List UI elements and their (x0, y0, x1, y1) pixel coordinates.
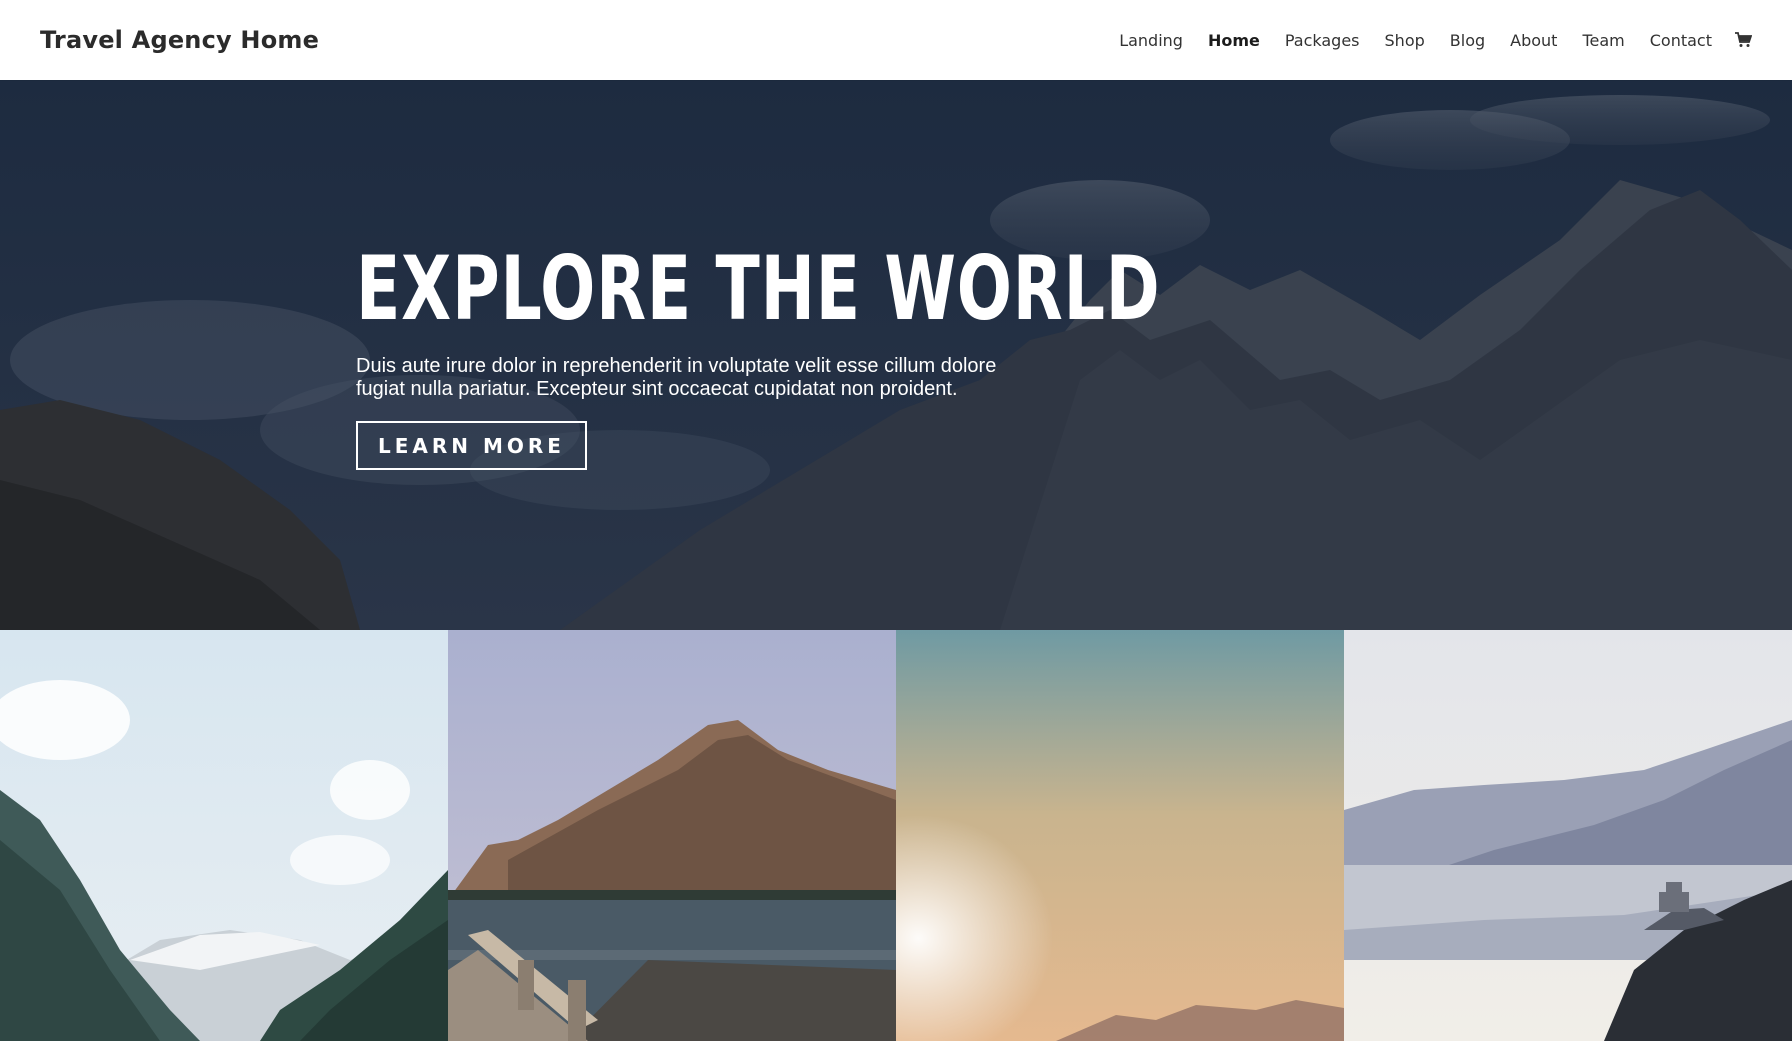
hero-section: EXPLORE THE WORLD Duis aute irure dolor … (0, 80, 1792, 630)
gallery-tile[interactable] (896, 630, 1344, 1041)
nav-item-about[interactable]: About (1510, 31, 1557, 50)
nav-item-packages[interactable]: Packages (1285, 31, 1360, 50)
sunset-haze-mountains-image (896, 630, 1344, 1041)
nav-item-blog[interactable]: Blog (1450, 31, 1485, 50)
learn-more-button[interactable]: LEARN MORE (356, 421, 587, 470)
nav-item-shop[interactable]: Shop (1385, 31, 1425, 50)
glacier-valley-lake-image (0, 630, 448, 1041)
mountain-lake-dock-image (448, 630, 896, 1041)
site-header: Travel Agency Home Landing Home Packages… (0, 0, 1792, 80)
nav-item-landing[interactable]: Landing (1119, 31, 1183, 50)
nav-item-team[interactable]: Team (1582, 31, 1624, 50)
shopping-cart-icon[interactable] (1734, 31, 1753, 49)
gallery-tile[interactable] (1344, 630, 1792, 1041)
main-nav: Landing Home Packages Shop Blog About Te… (1094, 31, 1753, 50)
image-gallery (0, 630, 1792, 1041)
hero-content: EXPLORE THE WORLD Duis aute irure dolor … (356, 237, 1161, 470)
nav-item-contact[interactable]: Contact (1650, 31, 1712, 50)
site-title[interactable]: Travel Agency Home (40, 26, 319, 54)
river-gorge-vista-image (1344, 630, 1792, 1041)
gallery-tile[interactable] (448, 630, 896, 1041)
gallery-tile[interactable] (0, 630, 448, 1041)
hero-title: EXPLORE THE WORLD (356, 237, 1161, 340)
hero-description: Duis aute irure dolor in reprehenderit i… (356, 355, 997, 400)
nav-item-home[interactable]: Home (1208, 31, 1260, 50)
